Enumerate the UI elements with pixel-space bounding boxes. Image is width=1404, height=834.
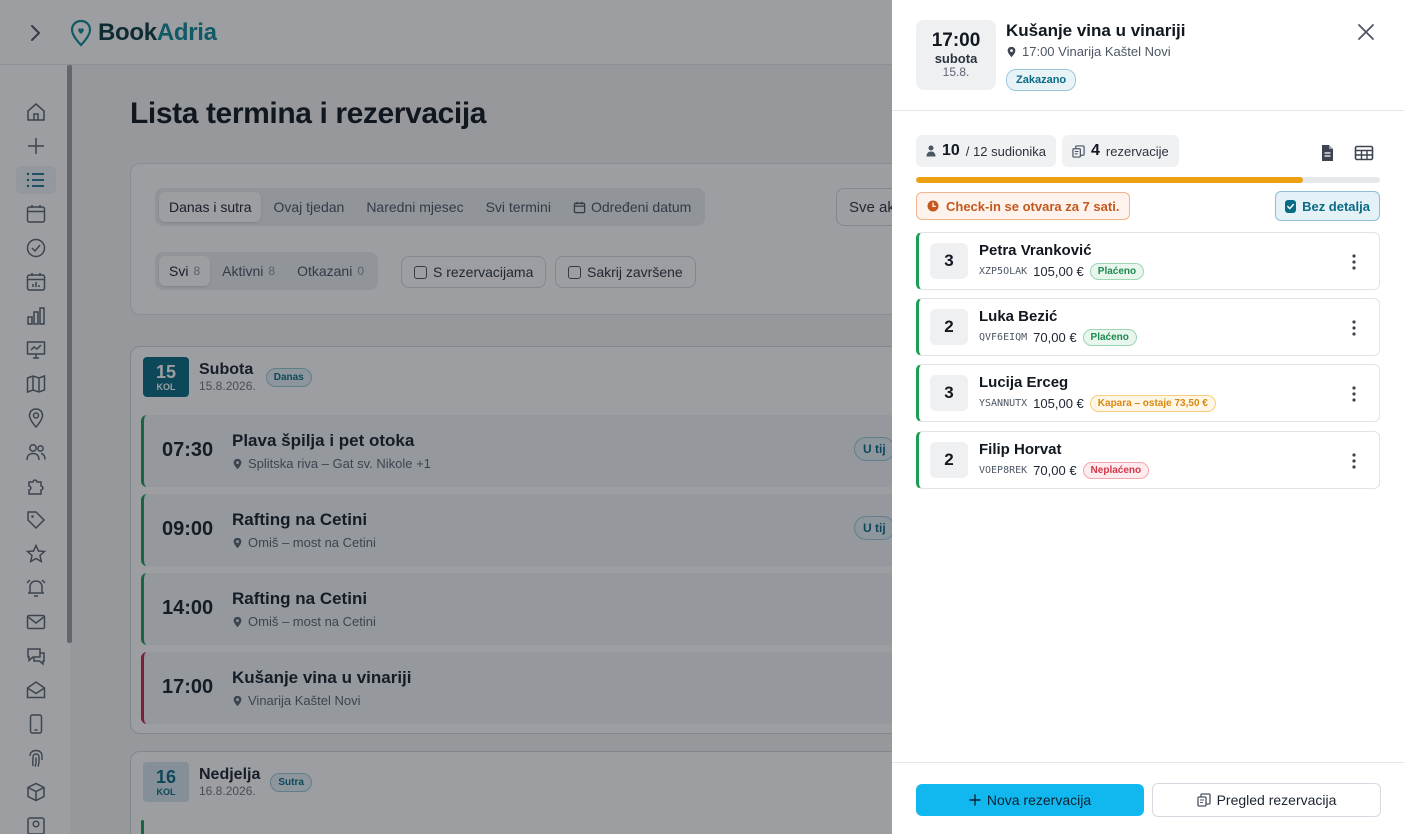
person-icon bbox=[926, 145, 936, 157]
plus-icon bbox=[969, 794, 981, 806]
reservation-people-count: 3 bbox=[930, 243, 968, 279]
table-view-button[interactable] bbox=[1354, 143, 1374, 163]
reservation-code: YSANNUTX bbox=[979, 398, 1028, 409]
kebab-menu-icon bbox=[1352, 386, 1356, 402]
reservation-people-count: 2 bbox=[930, 442, 968, 478]
reservation-menu-button[interactable] bbox=[1346, 451, 1362, 471]
check-icon bbox=[1287, 203, 1295, 209]
reservation-price: 70,00 € bbox=[1033, 330, 1077, 345]
reservation-code: VOEP8REK bbox=[979, 465, 1028, 476]
close-icon bbox=[1358, 24, 1374, 40]
reservation-menu-button[interactable] bbox=[1346, 318, 1362, 338]
reservation-code: QVF6EIQM bbox=[979, 332, 1028, 343]
tickets-icon bbox=[1196, 793, 1211, 807]
reservation-meta: XZP5OLAK 105,00 € Plaćeno bbox=[979, 263, 1145, 280]
reservation-card[interactable]: 3 Petra Vranković XZP5OLAK 105,00 € Plać… bbox=[916, 232, 1380, 290]
reservation-price: 70,00 € bbox=[1033, 463, 1077, 478]
modal-backdrop[interactable] bbox=[0, 0, 892, 834]
drawer-title: Kušanje vina u vinariji bbox=[1006, 21, 1186, 40]
term-status-badge: Zakazano bbox=[1006, 69, 1077, 91]
reservation-name: Lucija Erceg bbox=[979, 374, 1069, 391]
clock-icon bbox=[927, 200, 939, 212]
reservation-price: 105,00 € bbox=[1033, 264, 1084, 279]
reservation-menu-button[interactable] bbox=[1346, 252, 1362, 272]
reservation-meta: VOEP8REK 70,00 € Neplaćeno bbox=[979, 462, 1150, 479]
reservation-price: 105,00 € bbox=[1033, 396, 1084, 411]
drawer-footer: Nova rezervacija Pregled rezervacija bbox=[892, 762, 1404, 834]
kebab-menu-icon bbox=[1352, 453, 1356, 469]
term-detail-drawer: 17:00 subota 15.8. Kušanje vina u vinari… bbox=[892, 0, 1404, 834]
new-reservation-button[interactable]: Nova rezervacija bbox=[916, 784, 1144, 816]
payment-badge: Neplaćeno bbox=[1082, 462, 1150, 479]
reservation-people-count: 2 bbox=[930, 309, 968, 345]
location-pin-icon bbox=[1007, 46, 1016, 57]
reservation-card[interactable]: 2 Luka Bezić QVF6EIQM 70,00 € Plaćeno bbox=[916, 298, 1380, 356]
reservation-card[interactable]: 3 Lucija Erceg YSANNUTX 105,00 € Kapara … bbox=[916, 364, 1380, 422]
kebab-menu-icon bbox=[1352, 320, 1356, 336]
term-date: 15.8. bbox=[942, 65, 970, 80]
capacity-progress-bar bbox=[916, 177, 1380, 183]
document-icon bbox=[1322, 145, 1333, 161]
participants-chip: 10 / 12 sudionika bbox=[916, 135, 1057, 167]
drawer-subtitle: 17:00 Vinarija Kaštel Novi bbox=[1006, 44, 1171, 59]
document-button[interactable] bbox=[1317, 143, 1337, 163]
checkbox-checked bbox=[1285, 199, 1297, 213]
term-time: 17:00 bbox=[931, 29, 981, 51]
payment-badge: Plaćeno bbox=[1082, 329, 1137, 346]
reservation-menu-button[interactable] bbox=[1346, 384, 1362, 404]
reservations-chip: 4 rezervacije bbox=[1062, 135, 1179, 167]
tickets-icon bbox=[1072, 144, 1085, 158]
term-date-box: 17:00 subota 15.8. bbox=[916, 20, 996, 90]
close-button[interactable] bbox=[1356, 22, 1376, 42]
payment-badge: Kapara – ostaje 73,50 € bbox=[1089, 395, 1216, 412]
reservation-meta: YSANNUTX 105,00 € Kapara – ostaje 73,50 … bbox=[979, 395, 1216, 412]
no-details-toggle[interactable]: Bez detalja bbox=[1275, 191, 1380, 221]
kebab-menu-icon bbox=[1352, 254, 1356, 270]
drawer-header: 17:00 subota 15.8. Kušanje vina u vinari… bbox=[892, 0, 1404, 111]
capacity-progress-fill bbox=[916, 177, 1303, 183]
reservation-name: Petra Vranković bbox=[979, 242, 1092, 259]
reservation-name: Filip Horvat bbox=[979, 441, 1062, 458]
term-weekday: subota bbox=[934, 50, 978, 66]
reservation-code: XZP5OLAK bbox=[979, 266, 1028, 277]
table-icon bbox=[1354, 145, 1374, 161]
reservations-overview-button[interactable]: Pregled rezervacija bbox=[1152, 783, 1381, 817]
checkin-notice: Check-in se otvara za 7 sati. bbox=[916, 192, 1131, 220]
reservation-card[interactable]: 2 Filip Horvat VOEP8REK 70,00 € Neplaćen… bbox=[916, 431, 1380, 489]
payment-badge: Plaćeno bbox=[1089, 263, 1145, 280]
reservation-meta: QVF6EIQM 70,00 € Plaćeno bbox=[979, 329, 1137, 346]
reservation-people-count: 3 bbox=[930, 375, 968, 411]
reservation-name: Luka Bezić bbox=[979, 308, 1058, 325]
